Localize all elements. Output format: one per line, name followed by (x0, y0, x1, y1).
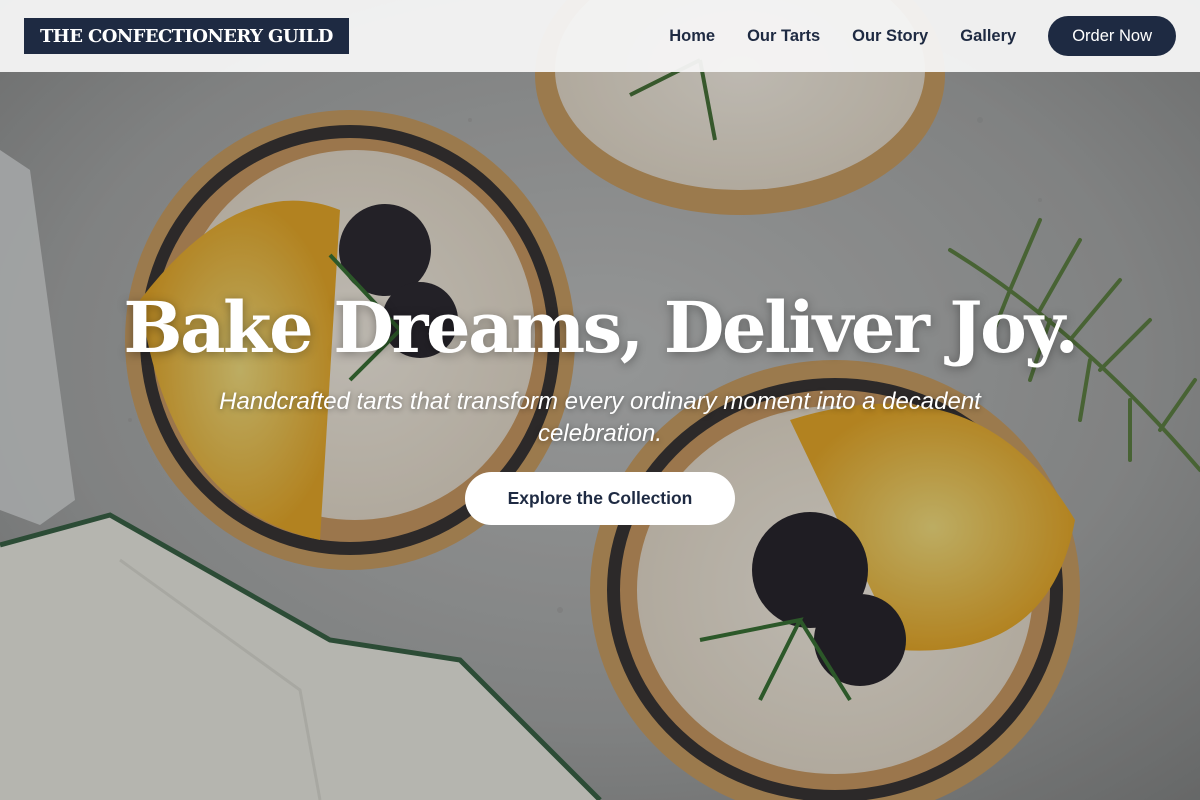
main-navigation: Home Our Tarts Our Story Gallery Order N… (669, 16, 1176, 56)
nav-link-gallery[interactable]: Gallery (960, 27, 1016, 46)
nav-link-our-tarts[interactable]: Our Tarts (747, 27, 820, 46)
nav-link-our-story[interactable]: Our Story (852, 27, 928, 46)
explore-collection-button[interactable]: Explore the Collection (465, 472, 735, 525)
site-logo[interactable]: THE CONFECTIONERY GUILD (24, 18, 349, 54)
site-header: THE CONFECTIONERY GUILD Home Our Tarts O… (0, 0, 1200, 72)
order-now-button[interactable]: Order Now (1048, 16, 1176, 56)
hero-content: Bake Dreams, Deliver Joy. Handcrafted ta… (0, 280, 1200, 525)
hero-tagline: Handcrafted tarts that transform every o… (219, 388, 981, 447)
hero-headline: Bake Dreams, Deliver Joy. (123, 286, 1079, 369)
nav-link-home[interactable]: Home (669, 27, 715, 46)
